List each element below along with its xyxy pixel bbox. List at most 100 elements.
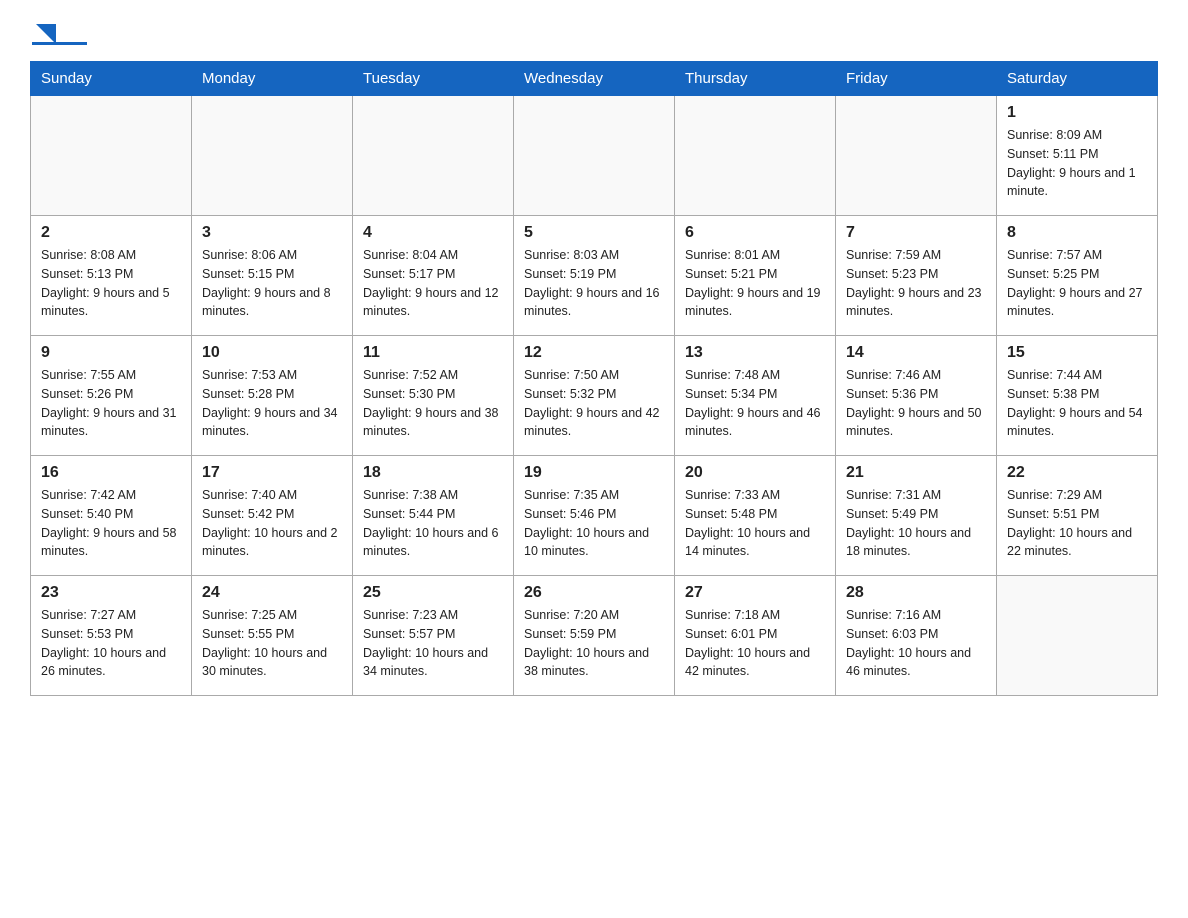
day-info: Sunrise: 7:18 AMSunset: 6:01 PMDaylight:… (685, 606, 825, 681)
day-number: 19 (524, 464, 664, 482)
calendar-day-cell (31, 96, 192, 216)
day-info: Sunrise: 7:29 AMSunset: 5:51 PMDaylight:… (1007, 486, 1147, 561)
calendar-day-header: Thursday (675, 62, 836, 96)
day-number: 13 (685, 344, 825, 362)
calendar-day-cell: 24 Sunrise: 7:25 AMSunset: 5:55 PMDayligh… (192, 576, 353, 696)
calendar-day-cell (192, 96, 353, 216)
day-number: 3 (202, 224, 342, 242)
day-info: Sunrise: 7:57 AMSunset: 5:25 PMDaylight:… (1007, 246, 1147, 321)
calendar-day-header: Wednesday (514, 62, 675, 96)
calendar-day-cell: 2 Sunrise: 8:08 AMSunset: 5:13 PMDaylight… (31, 216, 192, 336)
calendar-day-cell: 15 Sunrise: 7:44 AMSunset: 5:38 PMDayligh… (997, 336, 1158, 456)
calendar-day-cell: 12 Sunrise: 7:50 AMSunset: 5:32 PMDayligh… (514, 336, 675, 456)
calendar-week-row: 16 Sunrise: 7:42 AMSunset: 5:40 PMDayligh… (31, 456, 1158, 576)
day-info: Sunrise: 7:27 AMSunset: 5:53 PMDaylight:… (41, 606, 181, 681)
day-info: Sunrise: 8:09 AMSunset: 5:11 PMDaylight:… (1007, 126, 1147, 201)
day-number: 2 (41, 224, 181, 242)
calendar-day-cell: 19 Sunrise: 7:35 AMSunset: 5:46 PMDayligh… (514, 456, 675, 576)
calendar-day-header: Friday (836, 62, 997, 96)
day-number: 4 (363, 224, 503, 242)
day-number: 17 (202, 464, 342, 482)
day-number: 11 (363, 344, 503, 362)
day-number: 23 (41, 584, 181, 602)
calendar-day-cell: 18 Sunrise: 7:38 AMSunset: 5:44 PMDayligh… (353, 456, 514, 576)
day-info: Sunrise: 7:38 AMSunset: 5:44 PMDaylight:… (363, 486, 503, 561)
calendar-table: SundayMondayTuesdayWednesdayThursdayFrid… (30, 61, 1158, 696)
day-number: 6 (685, 224, 825, 242)
day-number: 1 (1007, 104, 1147, 122)
day-info: Sunrise: 7:42 AMSunset: 5:40 PMDaylight:… (41, 486, 181, 561)
calendar-day-cell: 14 Sunrise: 7:46 AMSunset: 5:36 PMDayligh… (836, 336, 997, 456)
page-header (30, 20, 1158, 45)
day-info: Sunrise: 7:35 AMSunset: 5:46 PMDaylight:… (524, 486, 664, 561)
calendar-day-cell: 7Sunrise: 7:59 AMSunset: 5:23 PMDaylight… (836, 216, 997, 336)
day-number: 20 (685, 464, 825, 482)
day-info: Sunrise: 7:16 AMSunset: 6:03 PMDaylight:… (846, 606, 986, 681)
calendar-week-row: 2 Sunrise: 8:08 AMSunset: 5:13 PMDaylight… (31, 216, 1158, 336)
day-info: Sunrise: 7:23 AMSunset: 5:57 PMDaylight:… (363, 606, 503, 681)
day-info: Sunrise: 7:44 AMSunset: 5:38 PMDaylight:… (1007, 366, 1147, 441)
day-info: Sunrise: 7:20 AMSunset: 5:59 PMDaylight:… (524, 606, 664, 681)
day-number: 22 (1007, 464, 1147, 482)
day-number: 28 (846, 584, 986, 602)
calendar-day-cell: 6 Sunrise: 8:01 AMSunset: 5:21 PMDaylight… (675, 216, 836, 336)
calendar-day-cell (514, 96, 675, 216)
calendar-week-row: 1 Sunrise: 8:09 AMSunset: 5:11 PMDaylight… (31, 96, 1158, 216)
calendar-day-cell: 26 Sunrise: 7:20 AMSunset: 5:59 PMDayligh… (514, 576, 675, 696)
calendar-day-cell (997, 576, 1158, 696)
day-info: Sunrise: 8:04 AMSunset: 5:17 PMDaylight:… (363, 246, 503, 321)
calendar-day-cell: 4 Sunrise: 8:04 AMSunset: 5:17 PMDaylight… (353, 216, 514, 336)
day-number: 7 (846, 224, 986, 242)
day-number: 5 (524, 224, 664, 242)
calendar-day-header: Monday (192, 62, 353, 96)
calendar-day-cell: 25 Sunrise: 7:23 AMSunset: 5:57 PMDayligh… (353, 576, 514, 696)
calendar-day-cell: 28 Sunrise: 7:16 AMSunset: 6:03 PMDayligh… (836, 576, 997, 696)
day-number: 12 (524, 344, 664, 362)
day-info: Sunrise: 8:08 AMSunset: 5:13 PMDaylight:… (41, 246, 181, 321)
day-info: Sunrise: 8:03 AMSunset: 5:19 PMDaylight:… (524, 246, 664, 321)
calendar-day-cell: 11 Sunrise: 7:52 AMSunset: 5:30 PMDayligh… (353, 336, 514, 456)
calendar-day-cell (836, 96, 997, 216)
day-info: Sunrise: 7:50 AMSunset: 5:32 PMDaylight:… (524, 366, 664, 441)
day-number: 24 (202, 584, 342, 602)
calendar-day-cell: 22 Sunrise: 7:29 AMSunset: 5:51 PMDayligh… (997, 456, 1158, 576)
day-info: Sunrise: 7:46 AMSunset: 5:36 PMDaylight:… (846, 366, 986, 441)
day-number: 18 (363, 464, 503, 482)
day-number: 25 (363, 584, 503, 602)
day-number: 21 (846, 464, 986, 482)
day-info: Sunrise: 7:33 AMSunset: 5:48 PMDaylight:… (685, 486, 825, 561)
day-info: Sunrise: 8:01 AMSunset: 5:21 PMDaylight:… (685, 246, 825, 321)
day-number: 15 (1007, 344, 1147, 362)
calendar-day-cell: 8 Sunrise: 7:57 AMSunset: 5:25 PMDaylight… (997, 216, 1158, 336)
calendar-day-cell: 27 Sunrise: 7:18 AMSunset: 6:01 PMDayligh… (675, 576, 836, 696)
day-info: Sunrise: 7:55 AMSunset: 5:26 PMDaylight:… (41, 366, 181, 441)
calendar-day-cell: 3 Sunrise: 8:06 AMSunset: 5:15 PMDaylight… (192, 216, 353, 336)
calendar-week-row: 9Sunrise: 7:55 AMSunset: 5:26 PMDaylight… (31, 336, 1158, 456)
logo (30, 20, 91, 45)
day-number: 26 (524, 584, 664, 602)
day-info: Sunrise: 7:25 AMSunset: 5:55 PMDaylight:… (202, 606, 342, 681)
calendar-day-cell (675, 96, 836, 216)
day-number: 27 (685, 584, 825, 602)
day-info: Sunrise: 8:06 AMSunset: 5:15 PMDaylight:… (202, 246, 342, 321)
logo-underline (32, 42, 87, 45)
day-number: 8 (1007, 224, 1147, 242)
calendar-day-header: Saturday (997, 62, 1158, 96)
calendar-day-header: Tuesday (353, 62, 514, 96)
calendar-day-cell: 9Sunrise: 7:55 AMSunset: 5:26 PMDaylight… (31, 336, 192, 456)
calendar-day-cell: 13 Sunrise: 7:48 AMSunset: 5:34 PMDayligh… (675, 336, 836, 456)
day-info: Sunrise: 7:53 AMSunset: 5:28 PMDaylight:… (202, 366, 342, 441)
calendar-day-cell: 23 Sunrise: 7:27 AMSunset: 5:53 PMDayligh… (31, 576, 192, 696)
day-info: Sunrise: 7:40 AMSunset: 5:42 PMDaylight:… (202, 486, 342, 561)
day-number: 14 (846, 344, 986, 362)
calendar-day-header: Sunday (31, 62, 192, 96)
day-number: 16 (41, 464, 181, 482)
day-info: Sunrise: 7:52 AMSunset: 5:30 PMDaylight:… (363, 366, 503, 441)
calendar-header-row: SundayMondayTuesdayWednesdayThursdayFrid… (31, 62, 1158, 96)
day-info: Sunrise: 7:48 AMSunset: 5:34 PMDaylight:… (685, 366, 825, 441)
calendar-week-row: 23 Sunrise: 7:27 AMSunset: 5:53 PMDayligh… (31, 576, 1158, 696)
day-number: 10 (202, 344, 342, 362)
day-info: Sunrise: 7:31 AMSunset: 5:49 PMDaylight:… (846, 486, 986, 561)
calendar-day-cell: 16 Sunrise: 7:42 AMSunset: 5:40 PMDayligh… (31, 456, 192, 576)
calendar-day-cell (353, 96, 514, 216)
